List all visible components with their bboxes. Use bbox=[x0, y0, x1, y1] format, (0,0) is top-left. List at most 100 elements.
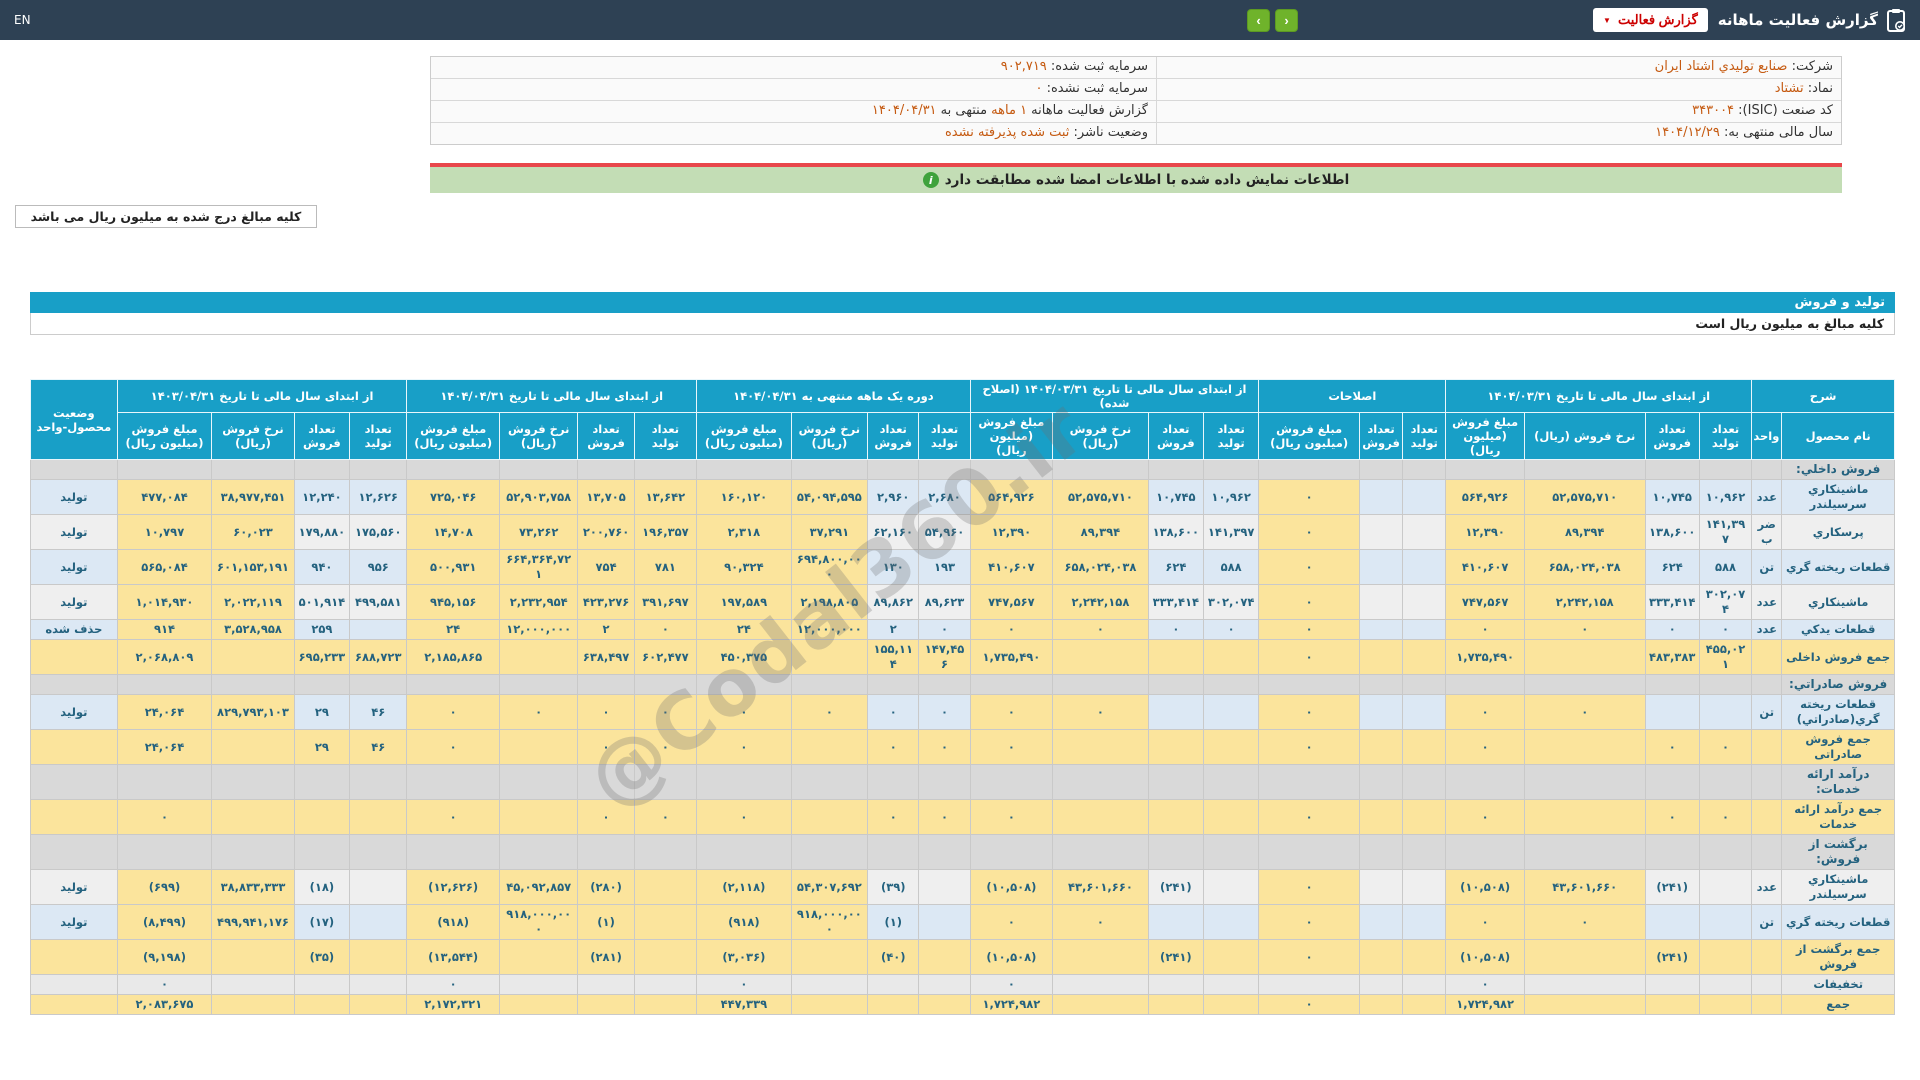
table-cell bbox=[633, 974, 698, 995]
table-cell: ۰ bbox=[577, 694, 635, 730]
table-cell bbox=[1751, 799, 1783, 835]
table-cell bbox=[1147, 904, 1205, 940]
table-cell: عدد bbox=[1751, 479, 1783, 515]
table-cell: ۰ bbox=[1202, 619, 1260, 640]
table-cell: ۱۰,۷۴۵ bbox=[1147, 479, 1205, 515]
table-cell: ۴۵۵,۰۲۱ bbox=[1698, 639, 1753, 675]
table-cell bbox=[349, 974, 408, 995]
column-header: وضعیت محصول-واحد bbox=[30, 379, 118, 460]
table-cell bbox=[211, 729, 295, 765]
table-cell bbox=[1147, 994, 1205, 1015]
table-cell: (۲۴۱) bbox=[1644, 939, 1700, 975]
column-header: تعداد فروش bbox=[1147, 412, 1205, 460]
table-cell bbox=[293, 994, 351, 1015]
table-cell bbox=[1644, 904, 1700, 940]
table-cell: ۴۳,۶۰۱,۶۶۰ bbox=[1523, 869, 1646, 905]
table-cell bbox=[498, 994, 579, 1015]
table-cell bbox=[696, 459, 792, 480]
table-cell bbox=[1523, 459, 1646, 480]
table-cell bbox=[30, 674, 118, 695]
table-cell: (۲۸۰) bbox=[577, 869, 635, 905]
language-switch-en[interactable]: EN bbox=[14, 13, 31, 27]
table-cell: ۶۰۱,۱۵۳,۱۹۱ bbox=[211, 549, 295, 585]
table-cell: ۶۹۵,۲۳۳ bbox=[293, 639, 351, 675]
table-cell bbox=[349, 764, 408, 800]
table-cell bbox=[1698, 994, 1753, 1015]
table-cell bbox=[790, 764, 869, 800]
table-cell bbox=[211, 974, 295, 995]
table-cell bbox=[790, 639, 869, 675]
table-row: تخفیفات ۰ ۰ ۰ ۰ ۰ bbox=[30, 974, 1895, 995]
table-cell: ۲,۲۴۲,۱۵۸ bbox=[1052, 584, 1149, 620]
table-cell: ۱۲,۳۹۰ bbox=[969, 514, 1054, 550]
table-cell bbox=[1402, 764, 1447, 800]
table-cell bbox=[1147, 834, 1205, 870]
table-cell bbox=[1202, 799, 1260, 835]
table-cell bbox=[293, 459, 351, 480]
table-cell: عدد bbox=[1751, 619, 1783, 640]
table-cell: ۷۸۱ bbox=[633, 549, 698, 585]
table-cell bbox=[1358, 869, 1404, 905]
table-cell bbox=[867, 674, 920, 695]
table-cell bbox=[406, 764, 500, 800]
report-type-dropdown[interactable]: گزارش فعالیت ▼ bbox=[1593, 8, 1708, 32]
table-cell bbox=[1358, 729, 1404, 765]
table-cell bbox=[790, 459, 869, 480]
table-cell: ۰ bbox=[969, 974, 1054, 995]
table-cell bbox=[211, 994, 295, 1015]
column-header: نرخ فروش (ریال) bbox=[1052, 412, 1149, 460]
table-cell: ۴۴۷,۳۳۹ bbox=[696, 994, 792, 1015]
table-cell: ۰ bbox=[1258, 729, 1360, 765]
table-cell bbox=[1258, 764, 1360, 800]
table-cell bbox=[1402, 939, 1447, 975]
table-cell bbox=[1751, 939, 1783, 975]
table-cell bbox=[349, 994, 408, 1015]
table-cell: ۱۳,۶۴۲ bbox=[633, 479, 698, 515]
table-cell: ۱۲,۰۰۰,۰۰۰ bbox=[790, 619, 869, 640]
info-value: ۱۴۰۴/۱۲/۲۹ bbox=[1655, 125, 1720, 140]
table-cell: ۰ bbox=[969, 729, 1054, 765]
table-cell: ۶۲,۱۶۰ bbox=[867, 514, 920, 550]
table-cell: (۳۵) bbox=[293, 939, 351, 975]
table-cell bbox=[1402, 834, 1447, 870]
table-cell: ۰ bbox=[406, 974, 500, 995]
table-cell bbox=[1358, 639, 1404, 675]
table-cell bbox=[1402, 459, 1447, 480]
table-cell: ۱۳,۷۰۵ bbox=[577, 479, 635, 515]
table-cell bbox=[349, 939, 408, 975]
table-cell: ۰ bbox=[1523, 694, 1646, 730]
info-label: گزارش فعالیت ماهانه bbox=[1027, 103, 1148, 118]
table-cell bbox=[918, 974, 971, 995]
table-cell: ۴۷۷,۰۸۴ bbox=[116, 479, 213, 515]
next-report-button[interactable]: › bbox=[1247, 8, 1271, 32]
column-header: دوره یک ماهه منتهی به ۱۴۰۴/۰۴/۳۱ bbox=[696, 379, 971, 413]
table-cell: ۵۰۱,۹۱۴ bbox=[293, 584, 351, 620]
table-cell: ۱۳۸,۶۰۰ bbox=[1644, 514, 1700, 550]
table-cell: تن bbox=[1751, 904, 1783, 940]
info-label: سرمایه ثبت شده: bbox=[1046, 59, 1148, 74]
table-cell bbox=[1445, 459, 1525, 480]
table-cell bbox=[1052, 729, 1149, 765]
info-value: ۹۰۲,۷۱۹ bbox=[1000, 59, 1047, 74]
company-info-row: کد صنعت (ISIC): ۳۴۳۰۰۴ گزارش فعالیت ماها… bbox=[431, 101, 1841, 123]
prev-report-button[interactable]: ‹ bbox=[1275, 8, 1299, 32]
column-header: تعداد تولید bbox=[633, 412, 698, 460]
info-label: شرکت: bbox=[1787, 59, 1833, 74]
table-cell: ۰ bbox=[1445, 694, 1525, 730]
table-cell: ۰ bbox=[1258, 994, 1360, 1015]
column-header: از ابتدای سال مالی تا تاریخ ۱۴۰۴/۰۳/۳۱ (… bbox=[969, 379, 1260, 413]
report-body: تولید و فروش کلیه مبالغ به میلیون ریال ا… bbox=[30, 292, 1895, 1080]
table-cell: ۰ bbox=[1258, 619, 1360, 640]
table-cell: ماشینکاري سرسیلندر bbox=[1781, 479, 1895, 515]
table-cell: ۸۹,۸۶۲ bbox=[867, 584, 920, 620]
table-cell: ۹۴۰ bbox=[293, 549, 351, 585]
table-cell bbox=[349, 459, 408, 480]
table-cell: (۱) bbox=[577, 904, 635, 940]
table-cell: ۵۶۴,۹۲۶ bbox=[1445, 479, 1525, 515]
table-cell bbox=[577, 994, 635, 1015]
table-cell: ۵۴,۰۹۴,۵۹۵ bbox=[790, 479, 869, 515]
table-cell bbox=[1445, 764, 1525, 800]
table-cell bbox=[211, 674, 295, 695]
table-cell bbox=[1147, 639, 1205, 675]
table-cell bbox=[211, 459, 295, 480]
